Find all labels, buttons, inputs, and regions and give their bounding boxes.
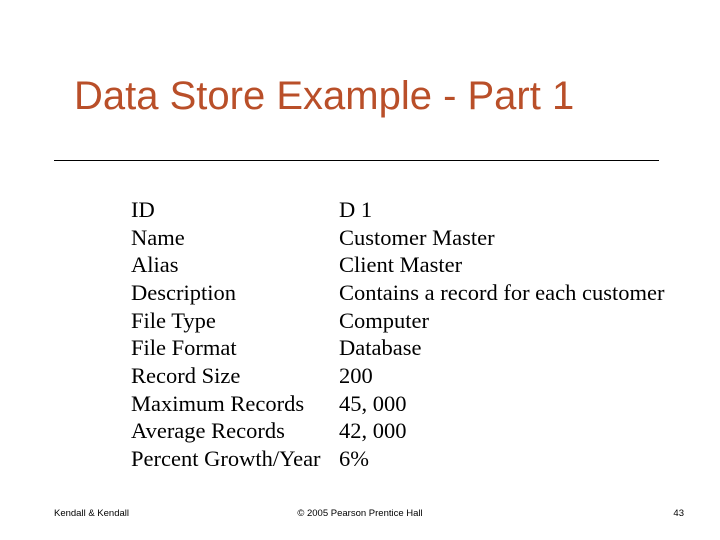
field-value: Customer Master — [339, 224, 495, 252]
table-row: AliasClient Master — [131, 251, 665, 279]
field-label: Percent Growth/Year — [131, 445, 339, 473]
table-row: Average Records42, 000 — [131, 417, 665, 445]
field-value: Database — [339, 334, 421, 362]
field-value: Client Master — [339, 251, 462, 279]
field-value: 200 — [339, 362, 373, 390]
table-row: Maximum Records45, 000 — [131, 390, 665, 418]
field-value: 6% — [339, 445, 369, 473]
field-label: Maximum Records — [131, 390, 339, 418]
field-label: Alias — [131, 251, 339, 279]
table-row: Percent Growth/Year6% — [131, 445, 665, 473]
field-value: Contains a record for each customer — [339, 279, 665, 307]
field-value: 45, 000 — [339, 390, 407, 418]
data-store-table: IDD 1 NameCustomer Master AliasClient Ma… — [131, 196, 665, 473]
field-value: Computer — [339, 307, 429, 335]
title-underline — [54, 160, 659, 161]
field-value: 42, 000 — [339, 417, 407, 445]
table-row: File FormatDatabase — [131, 334, 665, 362]
table-row: DescriptionContains a record for each cu… — [131, 279, 665, 307]
field-label: Average Records — [131, 417, 339, 445]
field-label: Name — [131, 224, 339, 252]
field-label: Record Size — [131, 362, 339, 390]
table-row: NameCustomer Master — [131, 224, 665, 252]
field-label: ID — [131, 196, 339, 224]
field-label: File Type — [131, 307, 339, 335]
table-row: Record Size200 — [131, 362, 665, 390]
table-row: IDD 1 — [131, 196, 665, 224]
footer-copyright: © 2005 Pearson Prentice Hall — [0, 508, 720, 519]
field-value: D 1 — [339, 196, 372, 224]
footer-page-number: 43 — [673, 508, 684, 519]
field-label: File Format — [131, 334, 339, 362]
slide-title: Data Store Example - Part 1 — [74, 74, 574, 119]
table-row: File TypeComputer — [131, 307, 665, 335]
slide: Data Store Example - Part 1 IDD 1 NameCu… — [0, 0, 720, 540]
field-label: Description — [131, 279, 339, 307]
